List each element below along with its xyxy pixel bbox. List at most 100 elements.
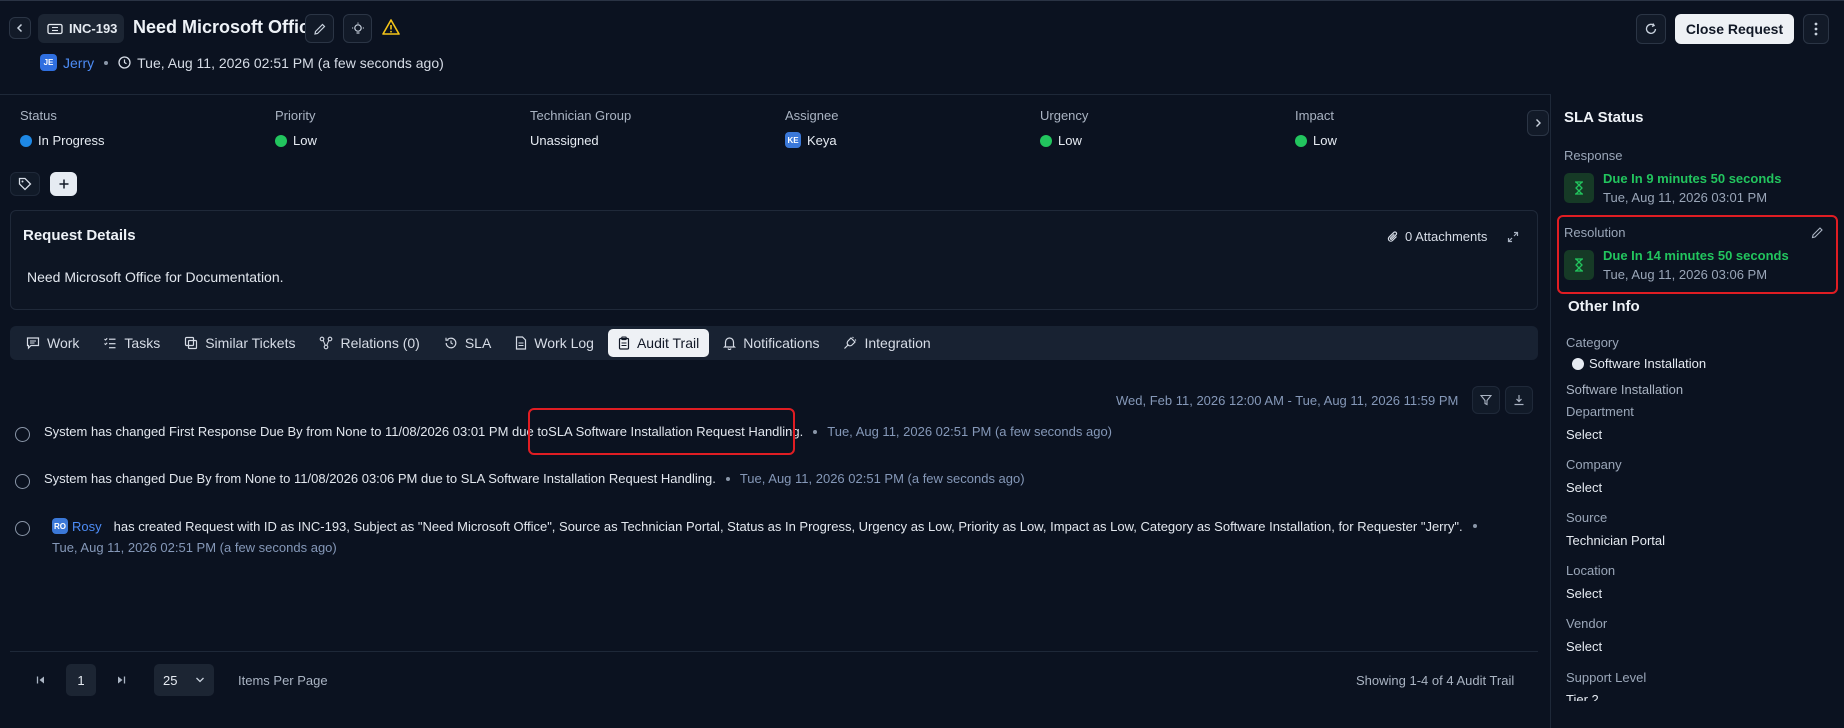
field-value: Keya xyxy=(807,132,837,148)
resolution-time: Tue, Aug 11, 2026 03:06 PM xyxy=(1603,267,1768,282)
tab-label: Tasks xyxy=(124,335,161,351)
suggestion-button[interactable] xyxy=(343,14,372,43)
field-value: Low xyxy=(1058,133,1082,148)
paperclip-icon xyxy=(1387,230,1399,244)
bell-icon xyxy=(723,336,737,350)
download-button[interactable] xyxy=(1505,386,1533,414)
field-value: Low xyxy=(293,133,317,148)
category-value[interactable]: Software Installation xyxy=(1572,356,1706,371)
lightbulb-icon xyxy=(351,22,365,36)
edit-resolution-icon[interactable] xyxy=(1811,226,1824,239)
field-impact[interactable]: Impact Low xyxy=(1295,108,1337,148)
separator-dot xyxy=(813,429,818,434)
request-details-panel: Request Details 0 Attachments Need Micro… xyxy=(10,210,1538,310)
tab-similar-tickets[interactable]: Similar Tickets xyxy=(174,329,305,357)
tab-integration[interactable]: Integration xyxy=(833,329,940,357)
audit-entry-text: has created Request with ID as INC-193, … xyxy=(113,518,1463,534)
hourglass-icon xyxy=(1564,250,1594,280)
hourglass-icon xyxy=(1564,173,1594,203)
tab-bar: Work Tasks Similar Tickets Relations (0)… xyxy=(10,326,1538,360)
tab-label: Relations (0) xyxy=(340,335,420,351)
timeline-dot xyxy=(15,427,30,442)
response-due: Due In 9 minutes 50 seconds xyxy=(1603,171,1782,186)
edit-title-button[interactable] xyxy=(305,14,334,43)
highlight-box xyxy=(528,408,795,455)
resolution-label: Resolution xyxy=(1564,225,1626,240)
tab-tasks[interactable]: Tasks xyxy=(93,329,170,357)
tab-work[interactable]: Work xyxy=(16,329,89,357)
tab-label: Integration xyxy=(864,335,931,351)
checklist-icon xyxy=(103,336,117,350)
back-button[interactable] xyxy=(9,17,31,39)
tab-audit-trail[interactable]: Audit Trail xyxy=(607,329,710,357)
support-level-value[interactable]: Tier 2 xyxy=(1566,692,1766,701)
support-level-label: Support Level xyxy=(1566,670,1647,685)
ticket-id-badge: INC-193 xyxy=(38,14,124,43)
vendor-select[interactable]: Select xyxy=(1566,639,1602,654)
company-label: Company xyxy=(1566,457,1622,472)
department-select[interactable]: Select xyxy=(1566,427,1602,442)
tag-icon xyxy=(18,177,32,191)
chevron-left-icon xyxy=(14,22,26,34)
tag-button[interactable] xyxy=(10,172,40,196)
status-dot xyxy=(20,134,32,147)
first-page-button[interactable] xyxy=(26,664,56,696)
separator-dot xyxy=(1472,524,1477,528)
filter-button[interactable] xyxy=(1472,386,1500,414)
expand-right-panel-button[interactable] xyxy=(1527,110,1549,136)
category-dot xyxy=(1572,357,1584,370)
field-label: Status xyxy=(20,108,57,123)
plug-icon xyxy=(843,336,857,350)
audit-date-range[interactable]: Wed, Feb 11, 2026 12:00 AM - Tue, Aug 11… xyxy=(1116,393,1458,408)
audit-entry-text: System has changed Due By from None to 1… xyxy=(44,471,716,486)
per-page-select[interactable]: 25 xyxy=(154,664,214,696)
file-icon xyxy=(515,336,527,350)
plus-icon xyxy=(58,178,70,190)
copy-icon xyxy=(184,336,198,350)
tab-work-log[interactable]: Work Log xyxy=(505,329,604,357)
attachments-link[interactable]: 0 Attachments xyxy=(1387,229,1487,244)
field-priority[interactable]: Priority Low xyxy=(275,108,317,148)
tab-label: Similar Tickets xyxy=(205,335,296,351)
pagination-summary: Showing 1-4 of 4 Audit Trail xyxy=(1356,673,1515,688)
audit-entry-text: System has changed First Response Due By… xyxy=(44,424,549,439)
pencil-icon xyxy=(313,22,327,36)
field-label: Priority xyxy=(275,108,316,123)
field-value: In Progress xyxy=(38,133,105,148)
add-tag-button[interactable] xyxy=(50,172,77,196)
kebab-menu-icon xyxy=(1814,22,1818,36)
field-label: Assignee xyxy=(785,108,839,123)
tab-sla[interactable]: SLA xyxy=(434,329,501,357)
category-text: Software Installation xyxy=(1589,356,1707,371)
page-number-button[interactable]: 1 xyxy=(66,664,96,696)
field-technician-group[interactable]: Technician Group Unassigned xyxy=(530,108,631,148)
requester-link[interactable]: Jerry xyxy=(63,55,94,71)
other-info-title: Other Info xyxy=(1568,298,1640,315)
more-options-button[interactable] xyxy=(1803,14,1829,44)
request-meta: JE Jerry Tue, Aug 11, 2026 02:51 PM (a f… xyxy=(40,54,444,71)
audit-entry-time: Tue, Aug 11, 2026 02:51 PM (a few second… xyxy=(739,471,1025,486)
user-link[interactable]: Rosy xyxy=(72,519,102,534)
request-details-title: Request Details xyxy=(23,227,136,244)
audit-entry: RO Rosy has created Request with ID as I… xyxy=(52,518,1487,534)
tab-notifications[interactable]: Notifications xyxy=(713,329,829,357)
warning-icon[interactable] xyxy=(382,19,400,35)
field-assignee[interactable]: Assignee KE Keya xyxy=(785,108,838,148)
attachments-count: 0 Attachments xyxy=(1405,229,1488,244)
history-icon xyxy=(444,336,458,350)
field-value: Low xyxy=(1313,133,1337,148)
expand-icon[interactable] xyxy=(1507,231,1519,243)
company-select[interactable]: Select xyxy=(1566,480,1602,495)
source-value[interactable]: Technician Portal xyxy=(1566,533,1665,548)
refresh-button[interactable] xyxy=(1636,14,1666,44)
tab-relations[interactable]: Relations (0) xyxy=(309,329,429,357)
field-urgency[interactable]: Urgency Low xyxy=(1040,108,1088,148)
location-select[interactable]: Select xyxy=(1566,586,1602,601)
last-page-button[interactable] xyxy=(106,664,136,696)
close-request-button[interactable]: Close Request xyxy=(1675,14,1794,44)
urgency-dot xyxy=(1040,134,1052,147)
field-status[interactable]: Status In Progress xyxy=(20,108,104,148)
sla-status-title: SLA Status xyxy=(1564,109,1644,126)
field-label: Impact xyxy=(1295,108,1335,123)
chevron-down-icon xyxy=(195,675,205,685)
